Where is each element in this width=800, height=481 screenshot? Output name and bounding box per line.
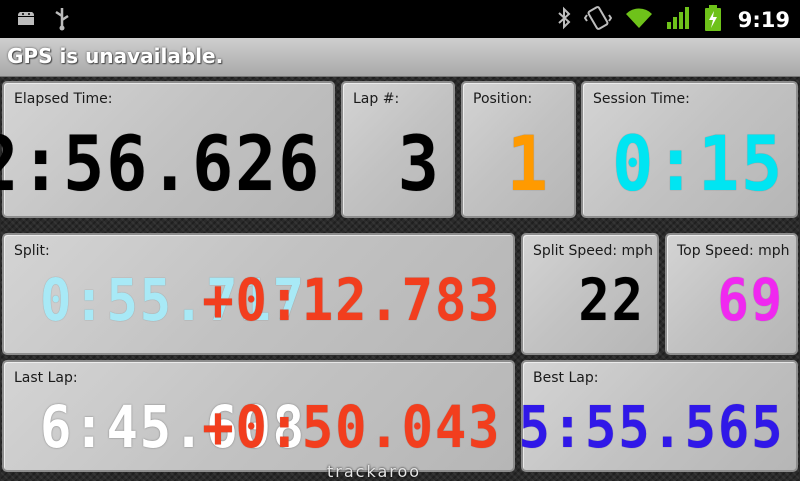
android-debug-icon (14, 6, 38, 36)
split-label: Split: (14, 243, 50, 259)
elapsed-time-label: Elapsed Time: (14, 91, 113, 107)
elapsed-time-value: 2:56.626 (0, 119, 321, 208)
vibrate-icon (583, 5, 612, 35)
session-time-value: 0:15 (612, 119, 784, 208)
last-lap-delta-value: +0:50.043 (201, 393, 501, 461)
best-lap-label: Best Lap: (533, 370, 599, 386)
best-lap-panel: Best Lap: 5:55.565 (518, 360, 798, 472)
position-panel: Position: 1 (461, 81, 576, 218)
status-bar: 9:19 (0, 0, 800, 38)
split-panel: Split: 0:55.717 +0:12.783 (2, 233, 515, 355)
bluetooth-icon (556, 6, 572, 34)
split-delta-value: +0:12.783 (201, 266, 501, 334)
clock: 9:19 (737, 8, 790, 32)
lap-panel: Lap #: 3 (341, 81, 455, 218)
lap-label: Lap #: (353, 91, 400, 107)
split-speed-label: Split Speed: mph (533, 243, 653, 259)
usb-icon (52, 6, 72, 36)
top-speed-value: 69 (717, 266, 784, 334)
elapsed-time-panel: Elapsed Time: 2:56.626 (0, 81, 335, 218)
position-label: Position: (473, 91, 533, 107)
position-value: 1 (507, 119, 550, 208)
battery-charging-icon (704, 4, 722, 36)
split-speed-value: 22 (578, 266, 645, 334)
top-speed-label: Top Speed: mph (677, 243, 790, 259)
session-time-panel: Session Time: 0:15 (581, 81, 798, 218)
message-bar: GPS is unavailable. (0, 38, 800, 77)
lap-value: 3 (398, 119, 441, 208)
wifi-icon (624, 6, 654, 34)
best-lap-value: 5:55.565 (518, 393, 784, 461)
session-time-label: Session Time: (593, 91, 690, 107)
trackaroo-logo: trackaroo (327, 462, 422, 481)
signal-icon (666, 6, 692, 34)
gps-status-message: GPS is unavailable. (7, 44, 224, 68)
last-lap-panel: Last Lap: 6:45.608 +0:50.043 (2, 360, 515, 472)
top-speed-panel: Top Speed: mph 69 (665, 233, 798, 355)
last-lap-label: Last Lap: (14, 370, 78, 386)
split-speed-panel: Split Speed: mph 22 (521, 233, 659, 355)
